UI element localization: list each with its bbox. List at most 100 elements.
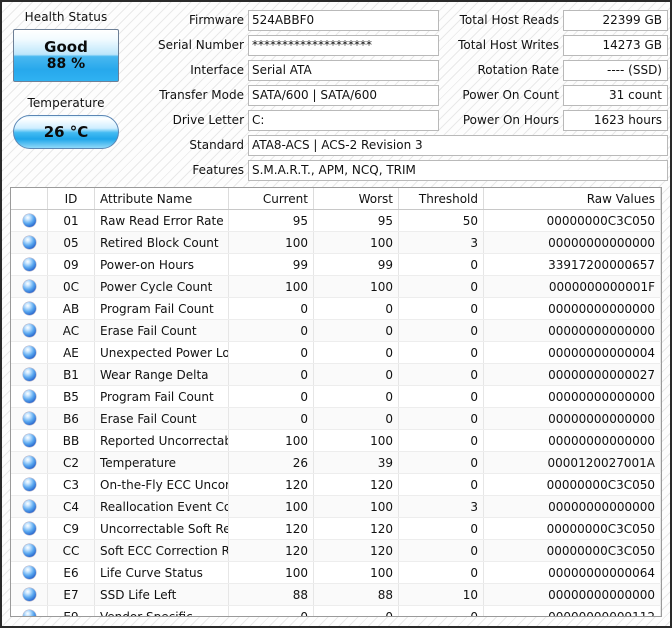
cell-current: 100 [228, 495, 314, 518]
table-row[interactable]: C2 Temperature 26 39 0 0000120027001A [11, 451, 661, 474]
table-row[interactable]: B1 Wear Range Delta 0 0 0 00000000000027 [11, 363, 661, 386]
cell-worst: 0 [313, 407, 399, 430]
table-row[interactable]: CCSoft ECC Correction Rate12012000000000… [11, 539, 661, 562]
field-value-interface[interactable]: Serial ATA [248, 60, 439, 81]
smart-attributes-panel[interactable]: ID Attribute Name Current Worst Threshol… [10, 187, 662, 617]
cell-threshold: 0 [398, 473, 484, 496]
field-row-total-host-writes: Total Host Writes 14273 GB [445, 35, 668, 56]
row-status-cell [11, 253, 48, 276]
cell-worst: 0 [313, 341, 399, 364]
column-header-name[interactable]: Attribute Name [94, 188, 229, 210]
table-row[interactable]: C9Uncorrectable Soft Read Error Rate1201… [11, 517, 661, 540]
field-value-firmware[interactable]: 524ABBF0 [248, 10, 439, 31]
cell-id: B5 [47, 385, 95, 408]
field-label-interface: Interface [190, 63, 244, 77]
temperature-indicator[interactable]: 26 °C [13, 115, 119, 149]
table-row[interactable]: E6 Life Curve Status 100 100 0 00000000000064 [11, 561, 661, 584]
status-dot-icon [22, 412, 36, 425]
cell-current: 0 [228, 363, 314, 386]
cell-attribute-name: SSD Life Left [94, 583, 229, 606]
cell-threshold: 0 [398, 363, 484, 386]
field-row-power-on-hours: Power On Hours 1623 hours [445, 110, 668, 131]
cell-current: 120 [228, 539, 314, 562]
cell-raw-value: 0000000000001F [483, 275, 661, 298]
cell-threshold: 3 [398, 231, 484, 254]
table-row[interactable]: AB Program Fail Count 0 0 0 00000000000000 [11, 297, 661, 320]
table-row[interactable]: 0C Power Cycle Count 100 100 0 0000000000001F [11, 275, 661, 298]
field-label-features: Features [192, 163, 244, 177]
table-row[interactable]: B5 Program Fail Count 0 0 0 00000000000000 [11, 385, 661, 408]
field-value-serial-number[interactable]: ******************** [248, 35, 439, 56]
field-value-power-on-count[interactable]: 31 count [563, 85, 668, 106]
cell-worst: 100 [313, 561, 399, 584]
status-dot-icon [22, 302, 36, 315]
column-header-threshold[interactable]: Threshold [398, 188, 484, 210]
cell-attribute-name: Reallocation Event Count [94, 495, 229, 518]
row-status-cell [11, 583, 48, 606]
cell-raw-value: 00000000000000 [483, 231, 661, 254]
cell-raw-value: 00000000000000 [483, 407, 661, 430]
cell-threshold: 10 [398, 583, 484, 606]
cell-raw-value: 33917200000657 [483, 253, 661, 276]
cell-raw-value: 00000000000000 [483, 297, 661, 320]
status-dot-icon [22, 390, 36, 403]
health-status-caption: Health Status [24, 10, 108, 24]
table-row[interactable]: E7 SSD Life Left 88 88 10 00000000000000 [11, 583, 661, 606]
cell-threshold: 0 [398, 253, 484, 276]
table-header-row: ID Attribute Name Current Worst Threshol… [11, 188, 661, 210]
field-label-transfer-mode: Transfer Mode [159, 88, 244, 102]
column-header-current[interactable]: Current [228, 188, 314, 210]
row-status-cell [11, 429, 48, 452]
field-value-features[interactable]: S.M.A.R.T., APM, NCQ, TRIM [248, 160, 668, 181]
column-header-raw[interactable]: Raw Values [483, 188, 661, 210]
table-row[interactable]: C3On-the-Fly ECC Uncorrectable Error ...… [11, 473, 661, 496]
field-label-total-host-reads: Total Host Reads [459, 13, 559, 27]
cell-raw-value: 00000000C3C050 [483, 517, 661, 540]
cell-current: 0 [228, 385, 314, 408]
table-row[interactable]: 01 Raw Read Error Rate 95 95 50 00000000C3C05… [11, 209, 661, 232]
health-status-percent: 88 % [46, 55, 86, 72]
column-header-worst[interactable]: Worst [313, 188, 399, 210]
health-status-label: Good [44, 37, 88, 56]
field-value-total-host-writes[interactable]: 14273 GB [563, 35, 668, 56]
cell-threshold: 50 [398, 209, 484, 232]
row-status-cell [11, 209, 48, 232]
table-row[interactable]: C4Reallocation Event Count10010030000000… [11, 495, 661, 518]
cell-id: 01 [47, 209, 95, 232]
row-status-cell [11, 539, 48, 562]
field-value-total-host-reads[interactable]: 22399 GB [563, 10, 668, 31]
drive-info-panel: Health Status Good 88 % Temperature 26 °… [2, 2, 670, 182]
cell-id: C3 [47, 473, 95, 496]
field-row-drive-letter: Drive Letter C: [132, 110, 439, 131]
row-status-cell [11, 385, 48, 408]
field-row-rotation-rate: Rotation Rate ---- (SSD) [445, 60, 668, 81]
table-row[interactable]: 05 Retired Block Count 100 100 3 000000000000… [11, 231, 661, 254]
field-value-standard[interactable]: ATA8-ACS | ACS-2 Revision 3 [248, 135, 668, 156]
row-status-cell [11, 275, 48, 298]
cell-attribute-name: Life Curve Status [94, 561, 229, 584]
field-value-power-on-hours[interactable]: 1623 hours [563, 110, 668, 131]
cell-worst: 88 [313, 583, 399, 606]
cell-id: C4 [47, 495, 95, 518]
table-row[interactable]: AEUnexpected Power Loss Count00000000000… [11, 341, 661, 364]
row-status-cell [11, 407, 48, 430]
table-row[interactable]: 09 Power-on Hours 99 99 0 33917200000657 [11, 253, 661, 276]
row-status-cell [11, 495, 48, 518]
field-value-rotation-rate[interactable]: ---- (SSD) [563, 60, 668, 81]
cell-id: B1 [47, 363, 95, 386]
row-status-cell [11, 319, 48, 342]
cell-id: E9 [47, 605, 95, 616]
table-row[interactable]: E9 Vendor Specific 0 0 0 00000000009112 [11, 605, 661, 616]
table-row[interactable]: BBReported Uncorrectable Errors100100000… [11, 429, 661, 452]
cell-attribute-name: Unexpected Power Loss Count [94, 341, 229, 364]
column-header-icon[interactable] [11, 188, 48, 210]
table-row[interactable]: AC Erase Fail Count 0 0 0 00000000000000 [11, 319, 661, 342]
health-status-indicator[interactable]: Good 88 % [13, 29, 119, 82]
column-header-id[interactable]: ID [47, 188, 95, 210]
cell-attribute-name: Power-on Hours [94, 253, 229, 276]
field-value-drive-letter[interactable]: C: [248, 110, 439, 131]
field-value-transfer-mode[interactable]: SATA/600 | SATA/600 [248, 85, 439, 106]
field-label-standard: Standard [189, 138, 244, 152]
cell-attribute-name: Vendor Specific [94, 605, 229, 616]
table-row[interactable]: B6 Erase Fail Count 0 0 0 00000000000000 [11, 407, 661, 430]
